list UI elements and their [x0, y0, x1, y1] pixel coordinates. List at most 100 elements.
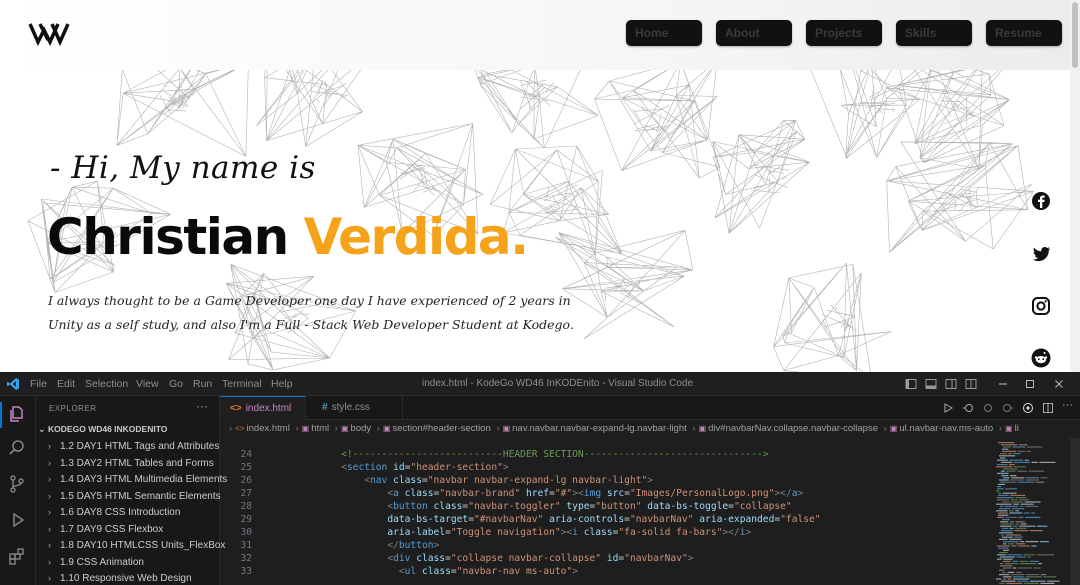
- minimap-code-mark: [1002, 527, 1009, 529]
- nav-projects-button[interactable]: Projects: [806, 20, 882, 46]
- workspace-header[interactable]: ⌄ KODEGO WD46 INKODENITO: [38, 424, 167, 435]
- breadcrumb-item[interactable]: nav.navbar.navbar-expand-lg.navbar-light: [512, 423, 687, 434]
- breadcrumb-item[interactable]: html: [311, 423, 329, 434]
- css-file-icon: #: [322, 402, 328, 413]
- menu-view[interactable]: View: [136, 378, 159, 390]
- minimize-icon[interactable]: [996, 377, 1010, 391]
- breadcrumb-item[interactable]: li: [1015, 423, 1019, 434]
- folder-label: 1.6 DAY8 CSS Introduction: [60, 507, 181, 518]
- menu-selection[interactable]: Selection: [85, 378, 128, 390]
- maximize-icon[interactable]: [1023, 377, 1037, 391]
- menu-terminal[interactable]: Terminal: [222, 378, 262, 390]
- vscode-window: File Edit Selection View Go Run Terminal…: [0, 372, 1080, 585]
- extensions-icon[interactable]: [7, 546, 27, 566]
- customize-layout-icon[interactable]: [964, 377, 978, 391]
- breadcrumb-item[interactable]: body: [351, 423, 372, 434]
- editor-scrollbar[interactable]: [1070, 438, 1080, 585]
- twitter-icon[interactable]: [1030, 243, 1052, 265]
- hero-name: Christian Verdida.: [47, 208, 529, 266]
- minimap-code-mark: [1003, 468, 1018, 470]
- nav-home-button[interactable]: Home: [626, 20, 702, 46]
- menu-go[interactable]: Go: [169, 378, 183, 390]
- nav-about-button[interactable]: About: [716, 20, 792, 46]
- folder-item[interactable]: › 1.4 DAY3 HTML Multimedia Elements: [48, 474, 227, 485]
- site-logo[interactable]: [28, 18, 70, 48]
- folder-label: 1.7 DAY9 CSS Flexbox: [60, 524, 164, 535]
- minimap-code-mark: [1001, 470, 1005, 472]
- code-line[interactable]: 31 </button>: [220, 539, 439, 552]
- close-icon[interactable]: [1052, 377, 1066, 391]
- minimap-code-mark: [1018, 481, 1035, 483]
- minimap-code-mark: [1035, 481, 1045, 483]
- run-icon[interactable]: [942, 402, 954, 414]
- code-text: <!--------------------------HEADER SECTI…: [341, 449, 769, 460]
- facebook-icon[interactable]: [1030, 190, 1052, 212]
- minimap-code-mark: [1016, 556, 1026, 558]
- breadcrumb-item[interactable]: div#navbarNav.collapse.navbar-collapse: [708, 423, 878, 434]
- split-editor-icon[interactable]: [1042, 402, 1054, 414]
- breadcrumb-item[interactable]: ul.navbar-nav.ms-auto: [899, 423, 993, 434]
- tab-index-html[interactable]: <> index.html: [220, 396, 306, 420]
- minimap-code-mark: [997, 497, 1014, 499]
- minimap-code-mark: [996, 466, 1013, 468]
- toggle-panel-icon[interactable]: [924, 377, 938, 391]
- site-scrollbar-thumb[interactable]: [1072, 2, 1078, 68]
- code-line[interactable]: 26 <nav class="navbar navbar-expand-lg n…: [220, 474, 653, 487]
- code-text: </button>: [387, 540, 440, 551]
- breadcrumb-item[interactable]: index.html: [247, 423, 290, 434]
- code-line[interactable]: 30 aria-label="Toggle navigation"><i cla…: [220, 526, 751, 539]
- minimap-code-mark: [1000, 521, 1009, 523]
- minimap-code-mark: [997, 499, 1010, 501]
- menu-help[interactable]: Help: [271, 378, 293, 390]
- search-icon[interactable]: [7, 438, 27, 458]
- code-line[interactable]: 25 <section id="header-section">: [220, 461, 508, 474]
- code-editor[interactable]: 24 <!--------------------------HEADER SE…: [220, 438, 990, 585]
- minimap-code-mark: [1029, 560, 1039, 562]
- go-back-icon[interactable]: [962, 402, 974, 414]
- minimap-code-mark: [1003, 576, 1012, 578]
- code-line[interactable]: 29 data-bs-target="#navbarNav" aria-cont…: [220, 513, 820, 526]
- run-debug-icon[interactable]: [7, 510, 27, 530]
- folder-item[interactable]: › 1.6 DAY8 CSS Introduction: [48, 507, 180, 518]
- minimap-code-mark: [1002, 450, 1017, 452]
- toggle-secondary-sidebar-icon[interactable]: [944, 377, 958, 391]
- folder-item[interactable]: › 1.2 DAY1 HTML Tags and Attributes: [48, 441, 219, 452]
- nav-resume-button[interactable]: Resume: [986, 20, 1062, 46]
- minimap-code-mark: [1002, 578, 1006, 580]
- explorer-more-button[interactable]: ···: [196, 399, 208, 413]
- source-control-icon[interactable]: [7, 474, 27, 494]
- folder-item[interactable]: › 1.7 DAY9 CSS Flexbox: [48, 524, 163, 535]
- minimap-code-mark: [998, 547, 1009, 549]
- go-forward-icon[interactable]: [1002, 402, 1014, 414]
- circle-icon[interactable]: [982, 402, 994, 414]
- folder-label: 1.9 CSS Animation: [60, 557, 144, 568]
- minimap-code-mark: [1020, 563, 1037, 565]
- code-line[interactable]: 33 <ul class="navbar-nav ms-auto">: [220, 565, 578, 578]
- code-line[interactable]: 28 <button class="navbar-toggler" type="…: [220, 500, 791, 513]
- folder-item[interactable]: › 1.9 CSS Animation: [48, 557, 144, 568]
- explorer-icon[interactable]: [7, 404, 27, 424]
- folder-item[interactable]: › 1.10 Responsive Web Design: [48, 573, 192, 584]
- menu-edit[interactable]: Edit: [57, 378, 75, 390]
- more-actions-icon[interactable]: ···: [1062, 399, 1073, 411]
- nav-skills-button[interactable]: Skills: [896, 20, 972, 46]
- code-line[interactable]: 24 <!--------------------------HEADER SE…: [220, 448, 769, 461]
- minimap[interactable]: [990, 438, 1080, 585]
- code-line[interactable]: 27 <a class="navbar-brand" href="#"><img…: [220, 487, 803, 500]
- instagram-icon[interactable]: [1030, 295, 1052, 317]
- minimap-code-mark: [1040, 582, 1055, 584]
- site-scrollbar[interactable]: [1070, 0, 1080, 372]
- menu-file[interactable]: File: [30, 378, 47, 390]
- minimap-code-mark: [1019, 444, 1028, 446]
- folder-item[interactable]: › 1.5 DAY5 HTML Semantic Elements: [48, 491, 221, 502]
- code-line[interactable]: 32 <div class="collapse navbar-collapse"…: [220, 552, 693, 565]
- folder-item[interactable]: › 1.3 DAY2 HTML Tables and Forms: [48, 458, 214, 469]
- live-share-icon[interactable]: [1022, 402, 1034, 414]
- folder-item[interactable]: › 1.8 DAY10 HTMLCSS Units_FlexBox: [48, 540, 225, 551]
- reddit-icon[interactable]: [1030, 347, 1052, 369]
- toggle-sidebar-icon[interactable]: [904, 377, 918, 391]
- title-bar: File Edit Selection View Go Run Terminal…: [0, 372, 1080, 396]
- tab-style-css[interactable]: # style.css: [307, 396, 403, 420]
- menu-run[interactable]: Run: [193, 378, 212, 390]
- breadcrumb-item[interactable]: section#header-section: [393, 423, 491, 434]
